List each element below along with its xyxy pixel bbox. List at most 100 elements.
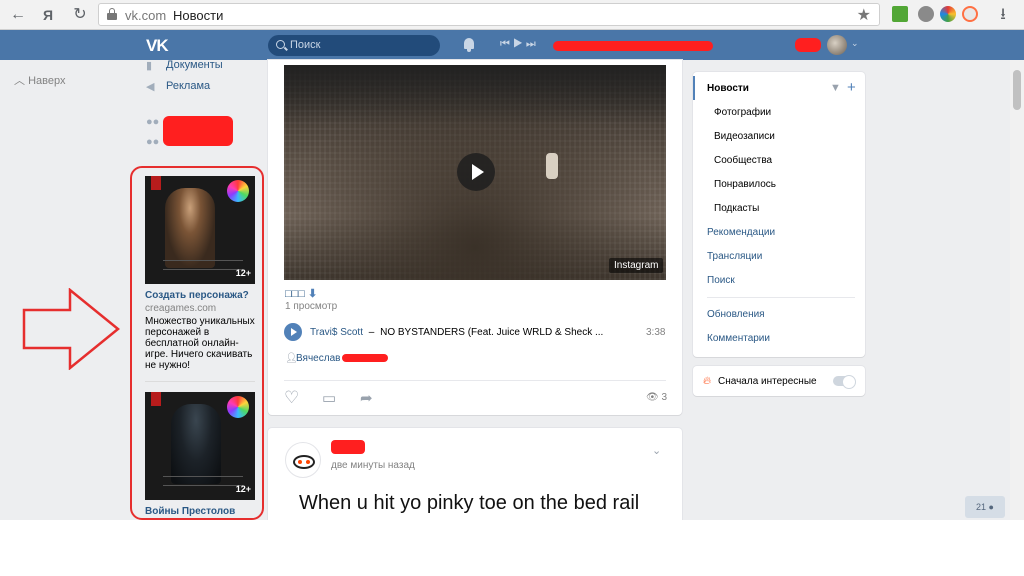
post-author[interactable]: Вячеслав [296, 353, 340, 364]
online-count: 21 [976, 502, 987, 512]
redacted-user-name [795, 38, 821, 52]
add-plus-icon[interactable]: + [847, 79, 856, 96]
document-icon: ▮ [146, 60, 153, 72]
notifications-bell-icon[interactable] [463, 38, 475, 52]
post-divider [284, 380, 666, 381]
download-arrow-extension-icon[interactable] [892, 6, 908, 22]
yandex-icon[interactable]: Я [38, 5, 58, 25]
stat-bars [163, 260, 243, 270]
audio-play-button[interactable] [284, 323, 302, 341]
ad-title[interactable]: Создать персонажа? [145, 290, 255, 301]
ad-block-thrones[interactable]: 12+ Войны Престолов [145, 392, 255, 517]
colorful-extension-icon[interactable] [940, 6, 956, 22]
selected-indicator [693, 76, 695, 100]
download-icon[interactable]: ⭳ [993, 5, 1013, 25]
comment-icon[interactable]: ▭ [322, 389, 336, 407]
age-rating: 12+ [235, 484, 251, 494]
search-icon [276, 40, 285, 49]
download-arrow-icon[interactable]: □□□ ⬇ [285, 287, 317, 300]
menu-item-news[interactable]: Новости [707, 83, 749, 94]
redacted-track-name [553, 41, 713, 51]
menu-item-comments[interactable]: Комментарии [707, 333, 770, 344]
reddit-alien-avatar[interactable] [285, 442, 321, 478]
menu-item-communities[interactable]: Сообщества [714, 155, 772, 166]
interesting-first-toggle[interactable] [833, 375, 856, 389]
filter-icon[interactable]: ▼ [830, 82, 841, 94]
character-portrait [165, 188, 215, 268]
flag-icon [151, 176, 161, 190]
fire-icon: 🔥︎ [703, 375, 712, 387]
scrollbar-thumb[interactable] [1013, 70, 1021, 110]
stat-bars [163, 476, 243, 486]
view-count: 3 [661, 392, 668, 403]
post-time: две минуты назад [331, 460, 415, 471]
track-title: NO BYSTANDERS (Feat. Juice WRLD & Sheck … [380, 327, 604, 338]
address-domain: vk.com [125, 8, 167, 23]
vk-logo[interactable]: VK [146, 36, 169, 56]
track-artist[interactable]: Travi$ Scott [310, 327, 363, 338]
group-icon: ●● [146, 116, 160, 128]
redacted-author-surname [342, 354, 388, 362]
sidebar-item-documents[interactable]: Документы [166, 59, 223, 71]
menu-item-videos[interactable]: Видеозаписи [714, 131, 775, 142]
color-wheel-icon [227, 180, 249, 202]
ad-image[interactable]: 12+ [145, 392, 255, 500]
menu-item-podcasts[interactable]: Подкасты [714, 203, 759, 214]
sort-label: Сначала интересные [718, 376, 817, 387]
annotation-arrow-icon [22, 288, 120, 370]
audio-track[interactable]: Travi$ Scott – NO BYSTANDERS (Feat. Juic… [310, 327, 603, 338]
instagram-badge: Instagram [609, 258, 664, 273]
menu-item-streams[interactable]: Трансляции [707, 251, 762, 262]
page-scrollbar[interactable] [1010, 60, 1024, 520]
like-heart-icon[interactable]: ♡ [284, 388, 299, 408]
group-icon: ●● [146, 136, 160, 148]
browser-toolbar: ← Я ↻ vk.com Новости ★ ⭳ [0, 0, 1024, 30]
performer-figure [546, 153, 558, 179]
avatar[interactable] [827, 35, 847, 55]
online-counter[interactable]: 21 ● [965, 496, 1005, 518]
reload-icon[interactable]: ↻ [70, 5, 90, 25]
menu-item-photos[interactable]: Фотографии [714, 107, 771, 118]
scroll-up-label: Наверх [28, 75, 66, 87]
share-icon[interactable]: ➦ [360, 389, 373, 407]
color-wheel-icon [227, 396, 249, 418]
menu-item-liked[interactable]: Понравилось [714, 179, 776, 190]
menu-item-search[interactable]: Поиск [707, 275, 735, 286]
post-text: When u hit yo pinky toe on the bed rail [299, 492, 640, 514]
user-icon: ● [988, 502, 994, 512]
age-rating: 12+ [235, 268, 251, 278]
redacted-groups [163, 116, 233, 146]
chevron-up-icon: ︿ [14, 75, 25, 87]
track-dash: – [368, 327, 375, 338]
scroll-up-button[interactable]: ︿ Наверх [14, 72, 65, 88]
megaphone-icon: ◀ [146, 81, 155, 93]
menu-item-recommendations[interactable]: Рекомендации [707, 227, 775, 238]
address-bar[interactable]: vk.com Новости ★ [98, 3, 880, 26]
views-count: 1 просмотр [285, 301, 338, 312]
lock-icon [107, 8, 117, 21]
browser-window: ← Я ↻ vk.com Новости ★ ⭳ VK Поиск ⏮ ▶ ⏭ … [0, 0, 1024, 520]
bookmark-star-icon[interactable]: ★ [857, 5, 871, 25]
ad-block-character[interactable]: 12+ Создать персонажа? creagames.com Мно… [145, 176, 255, 371]
chevron-down-icon[interactable]: ⌄ [652, 444, 661, 457]
vk-top-bar: VK Поиск ⏮ ▶ ⏭ ⌄ [0, 30, 1024, 60]
chevron-down-icon[interactable]: ⌄ [851, 38, 859, 49]
back-icon[interactable]: ← [8, 5, 28, 25]
redacted-post-author [331, 440, 365, 454]
menu-item-updates[interactable]: Обновления [707, 309, 765, 320]
player-controls[interactable]: ⏮ ▶ ⏭ [500, 38, 536, 51]
address-page-title: Новости [173, 8, 224, 23]
ad-domain[interactable]: creagames.com [145, 303, 255, 314]
ad-image[interactable]: 12+ [145, 176, 255, 284]
pill-extension-icon[interactable] [962, 6, 978, 22]
blank-area [0, 520, 1024, 576]
sidebar-item-ads[interactable]: Реклама [166, 80, 210, 92]
play-button[interactable] [457, 153, 495, 191]
search-placeholder: Поиск [290, 39, 321, 51]
views-eye-icon: 👁︎ 3 [646, 392, 668, 403]
ad-title[interactable]: Войны Престолов [145, 506, 255, 517]
ad-description: Множество уникальных персонажей в беспла… [145, 316, 255, 371]
globe-extension-icon[interactable] [918, 6, 934, 22]
search-input[interactable]: Поиск [268, 35, 440, 56]
character-portrait [171, 404, 221, 484]
